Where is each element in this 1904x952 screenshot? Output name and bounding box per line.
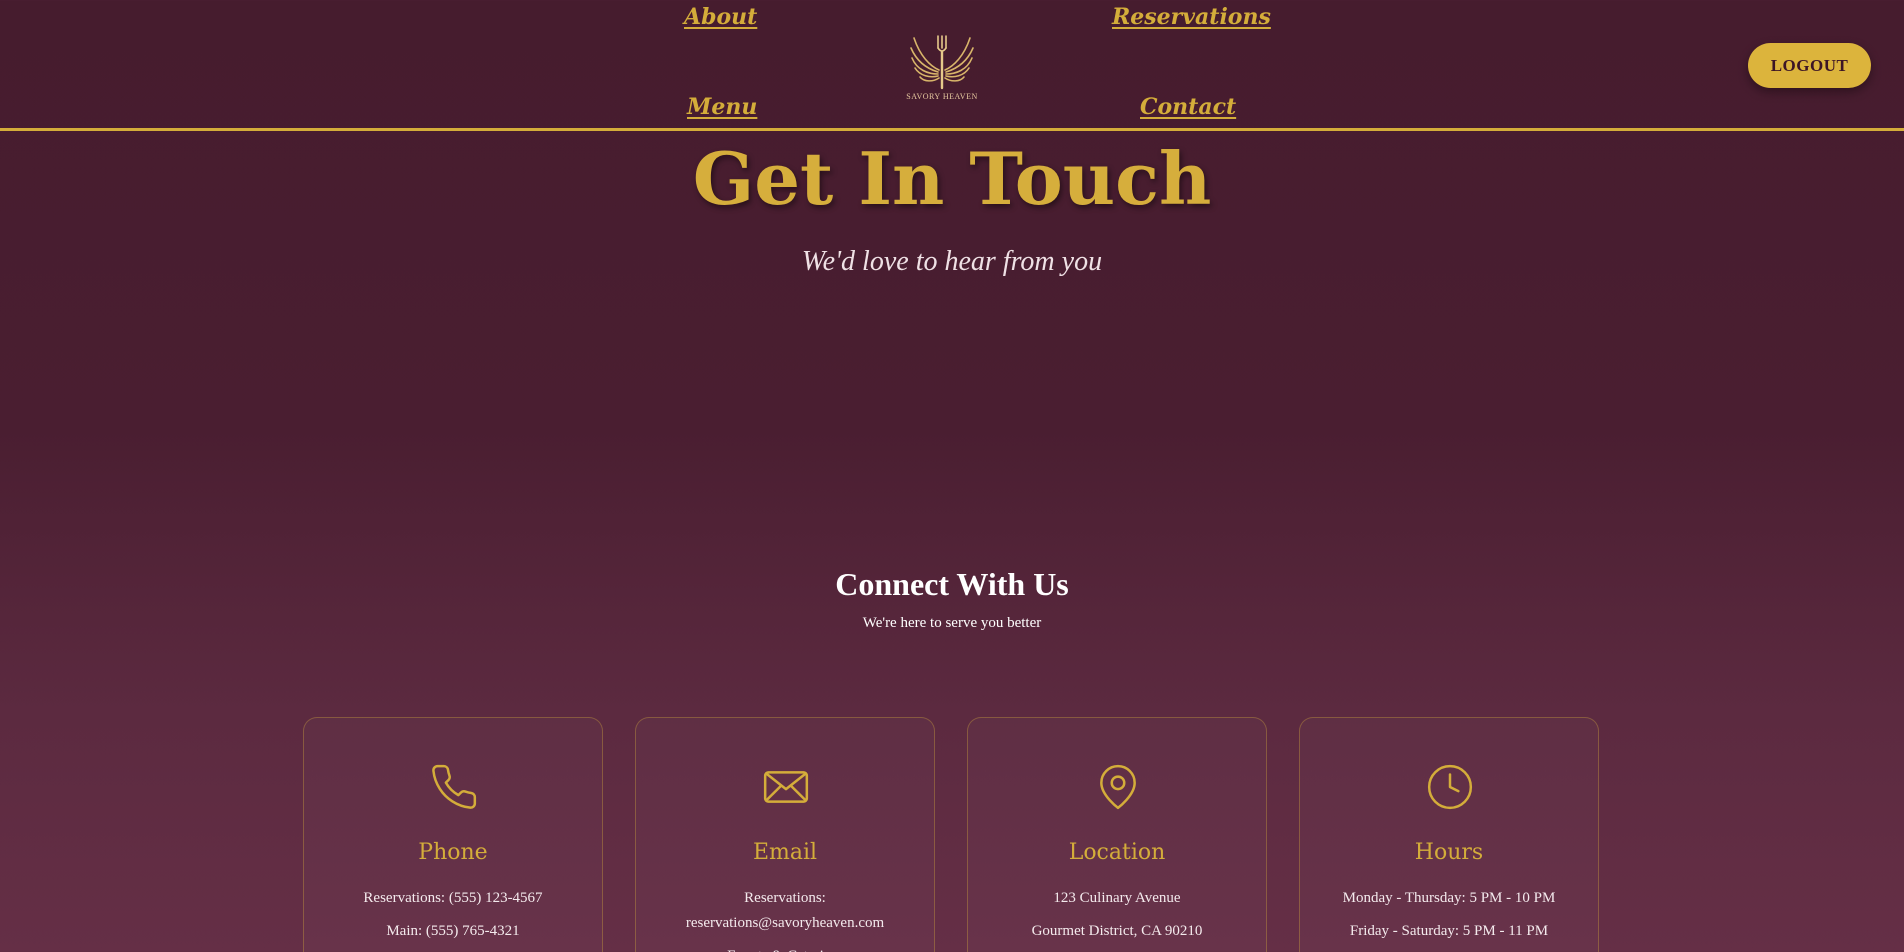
site-logo[interactable]: SAVORY HEAVEN xyxy=(906,32,978,102)
logout-button[interactable]: LOGOUT xyxy=(1748,43,1871,88)
phone-main[interactable]: Main: (555) 765-4321 xyxy=(304,919,602,944)
email-reservations-label: Reservations: xyxy=(744,890,826,906)
logo-text: SAVORY HEAVEN xyxy=(906,92,978,101)
card-title: Email xyxy=(752,840,818,865)
hours-weekend: Friday - Saturday: 5 PM - 11 PM xyxy=(1349,923,1549,939)
email-events-label: Events & Catering: xyxy=(636,944,934,952)
card-title: Hours xyxy=(1414,840,1484,865)
nav-link-contact[interactable]: Contact xyxy=(1140,94,1236,120)
email-icon xyxy=(763,771,809,803)
winged-fork-logo-icon xyxy=(910,35,974,90)
site-header: About Reservations Menu Contact SAVORY H… xyxy=(0,0,1904,131)
card-title: Location xyxy=(1068,840,1166,865)
page-title: Get In Touch xyxy=(692,136,1212,221)
hours-weekday: Monday - Thursday: 5 PM - 10 PM xyxy=(1342,890,1556,906)
card-title: Phone xyxy=(418,840,488,865)
nav-link-about[interactable]: About xyxy=(684,4,757,30)
contact-card-email: Email Reservations: reservations@savoryh… xyxy=(635,717,935,952)
nav-link-menu[interactable]: Menu xyxy=(687,94,757,120)
email-reservations-address[interactable]: reservations@savoryheaven.com xyxy=(636,911,934,936)
nav-link-reservations[interactable]: Reservations xyxy=(1112,4,1271,30)
contact-card-location: Location 123 Culinary Avenue Gourmet Dis… xyxy=(967,717,1267,952)
address-line-2: Gourmet District, CA 90210 xyxy=(1031,923,1203,939)
clock-icon xyxy=(1427,764,1473,810)
address-line-1: 123 Culinary Avenue xyxy=(1053,890,1181,906)
page-subtitle: We'd love to hear from you xyxy=(801,246,1103,277)
contact-card-hours: Hours Monday - Thursday: 5 PM - 10 PM Fr… xyxy=(1299,717,1599,952)
connect-heading: Connect With Us xyxy=(835,566,1069,602)
connect-subheading: We're here to serve you better xyxy=(862,615,1042,631)
contact-card-phone: Phone Reservations: (555) 123-4567 Main:… xyxy=(303,717,603,952)
location-pin-icon xyxy=(1100,764,1136,810)
phone-icon xyxy=(432,764,477,809)
phone-reservations[interactable]: Reservations: (555) 123-4567 xyxy=(304,886,602,911)
